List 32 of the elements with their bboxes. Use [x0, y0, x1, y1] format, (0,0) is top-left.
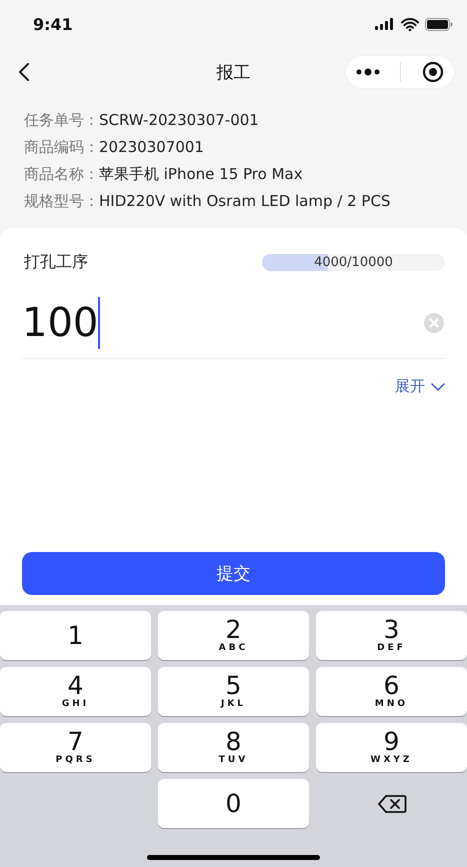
wifi-icon	[401, 18, 419, 30]
battery-icon	[425, 18, 453, 30]
keypad-key[interactable]: 1	[0, 611, 151, 660]
field-label: 规格型号：	[24, 191, 99, 212]
field-value: 20230307001	[99, 137, 204, 158]
submit-button[interactable]: 提交	[22, 552, 445, 595]
chevron-down-icon	[431, 382, 445, 390]
backspace-icon	[376, 794, 406, 814]
keypad-key[interactable]: 7 PQRS	[0, 723, 151, 772]
field-label: 商品编码：	[24, 137, 99, 158]
keypad-key[interactable]: 6 MNO	[316, 667, 467, 716]
keypad-key[interactable]: 2 ABC	[158, 611, 309, 660]
field-label: 商品名称：	[24, 164, 99, 185]
field-value: 苹果手机 iPhone 15 Pro Max	[99, 164, 303, 185]
field-label: 任务单号：	[24, 110, 99, 131]
expand-link[interactable]: 展开	[395, 377, 445, 396]
process-name: 打孔工序	[24, 252, 88, 273]
status-time: 9:41	[33, 14, 73, 34]
field-value: SCRW-20230307-001	[99, 110, 259, 131]
signal-icon	[375, 18, 395, 30]
keypad-key[interactable]: 8 TUV	[158, 723, 309, 772]
keypad-key[interactable]: 9 WXYZ	[316, 723, 467, 772]
keypad-key[interactable]: 5 JKL	[158, 667, 309, 716]
keypad-key[interactable]: 3 DEF	[316, 611, 467, 660]
close-button[interactable]	[422, 61, 444, 83]
keypad-key[interactable]: 0	[158, 779, 309, 828]
keypad-key[interactable]: 4 GHI	[0, 667, 151, 716]
field-value: HID220V with Osram LED lamp / 2 PCS	[99, 191, 390, 212]
progress-text: 4000/10000	[313, 254, 394, 271]
page-title: 报工	[216, 62, 252, 84]
more-button[interactable]	[356, 68, 380, 76]
quantity-input[interactable]: 100	[22, 300, 99, 346]
